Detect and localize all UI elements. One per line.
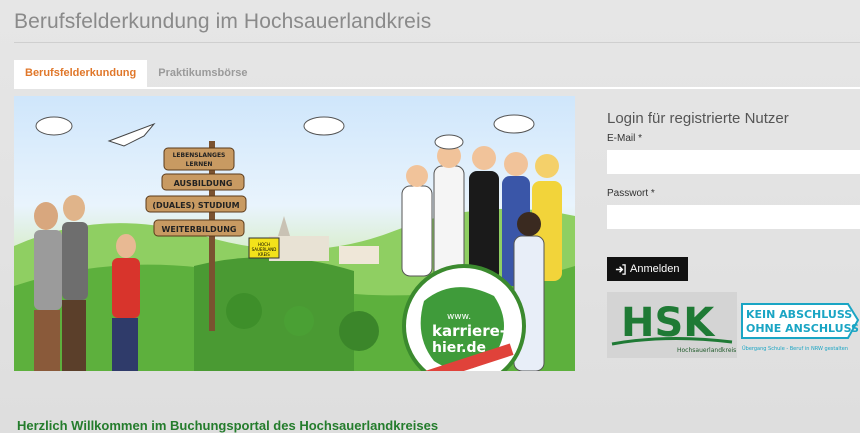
- kaoa-logo-graphic: KEIN ABSCHLUSS OHNE ANSCHLUSS Übergang S…: [741, 303, 860, 352]
- login-button-label: Anmelden: [630, 263, 680, 275]
- sign-in-icon: [615, 263, 626, 275]
- kaoa-line1: KEIN ABSCHLUSS: [746, 308, 852, 321]
- hsk-logo-subtext: Hochsauerlandkreis: [677, 347, 736, 354]
- password-label: Passwort *: [607, 188, 655, 199]
- hsk-logo-graphic: HSK Hochsauerlandkreis: [611, 300, 736, 354]
- svg-text:(DUALES) STUDIUM: (DUALES) STUDIUM: [152, 201, 239, 210]
- password-field[interactable]: [607, 205, 860, 229]
- welcome-heading: Herzlich Willkommen im Buchungsportal de…: [17, 418, 439, 433]
- tab-praktikumsboerse[interactable]: Praktikumsbörse: [147, 60, 258, 87]
- kaoa-logo: KEIN ABSCHLUSS OHNE ANSCHLUSS Übergang S…: [740, 298, 860, 358]
- kaoa-tagline: Übergang Schule - Beruf in NRW gestalten: [742, 345, 848, 352]
- login-heading: Login für registrierte Nutzer: [607, 110, 789, 127]
- hero-illustration-svg: LEBENSLANGES LERNEN AUSBILDUNG (DUALES) …: [14, 114, 575, 371]
- tab-bar: Berufsfelderkundung Praktikumsbörse: [14, 60, 259, 87]
- email-field[interactable]: [607, 150, 860, 174]
- hsk-logo: HSK Hochsauerlandkreis: [607, 292, 737, 358]
- title-divider: [14, 42, 860, 43]
- svg-text:karriere-: karriere-: [432, 322, 506, 340]
- login-panel: Login für registrierte Nutzer E-Mail * P…: [607, 110, 860, 229]
- svg-text:LERNEN: LERNEN: [186, 161, 213, 168]
- email-label: E-Mail *: [607, 133, 643, 144]
- hero-illustration: LEBENSLANGES LERNEN AUSBILDUNG (DUALES) …: [14, 96, 575, 371]
- svg-text:WEITERBILDUNG: WEITERBILDUNG: [162, 225, 237, 234]
- svg-text:hier.de: hier.de: [432, 340, 486, 356]
- svg-text:www.: www.: [447, 312, 471, 322]
- site-title: Berufsfelderkundung im Hochsauerlandkrei…: [14, 10, 432, 33]
- tab-bar-underline: [14, 87, 860, 89]
- login-button[interactable]: Anmelden: [607, 257, 688, 281]
- svg-text:KREIS: KREIS: [258, 252, 270, 257]
- tab-berufsfelderkundung[interactable]: Berufsfelderkundung: [14, 60, 148, 87]
- svg-text:LEBENSLANGES: LEBENSLANGES: [173, 152, 226, 159]
- svg-text:AUSBILDUNG: AUSBILDUNG: [174, 179, 233, 188]
- kaoa-line2: OHNE ANSCHLUSS: [746, 322, 859, 335]
